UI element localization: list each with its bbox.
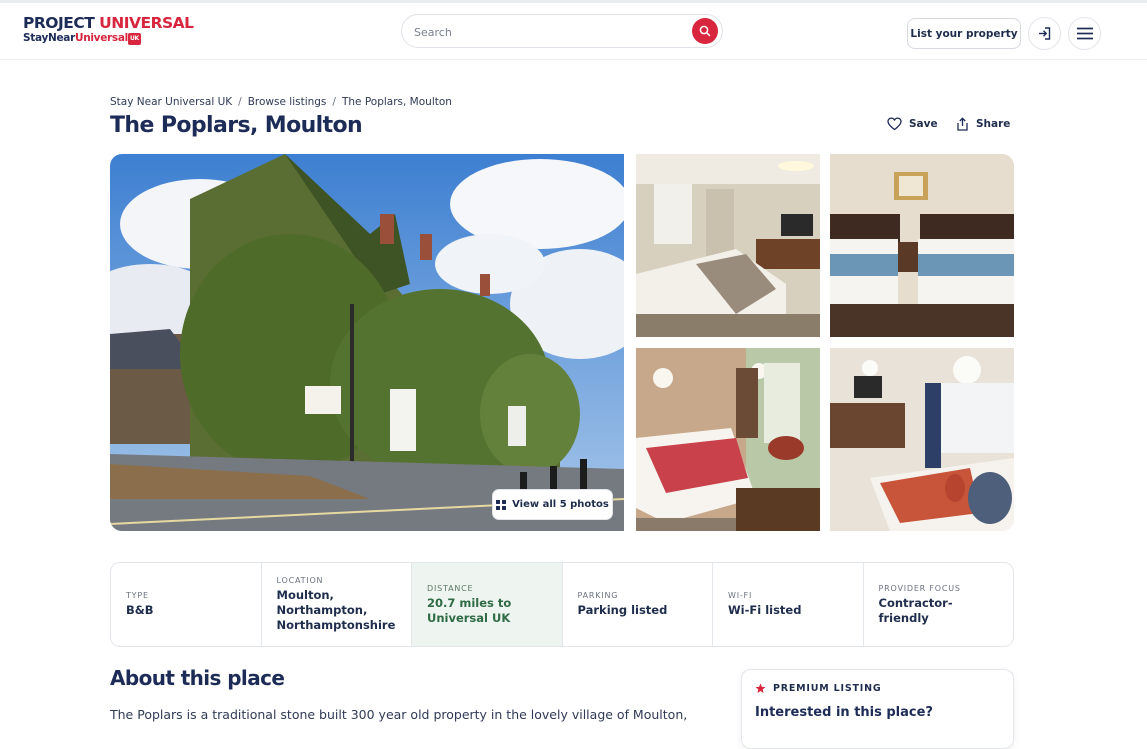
breadcrumb-separator: / <box>238 96 242 108</box>
fact-location: LOCATION Moulton, Northampton, Northampt… <box>262 563 412 646</box>
photo-bedroom-2[interactable] <box>830 154 1014 337</box>
login-icon <box>1039 27 1051 40</box>
search-input[interactable] <box>414 23 684 41</box>
fact-label: PARKING <box>577 591 619 600</box>
star-icon <box>755 683 766 693</box>
premium-label: PREMIUM LISTING <box>773 683 882 694</box>
search-button[interactable] <box>692 18 718 44</box>
share-label: Share <box>976 118 1011 130</box>
share-icon <box>957 117 968 131</box>
photo-bedroom-1[interactable] <box>636 154 820 337</box>
logo-sub-part-a: StayNear <box>23 32 75 44</box>
fact-value: Parking listed <box>577 603 668 617</box>
fact-value: B&B <box>126 603 154 617</box>
logo-main-text: PROJECT UNIVERSAL <box>23 14 194 32</box>
view-all-photos-button[interactable]: View all 5 photos <box>492 489 613 520</box>
fact-label: TYPE <box>126 591 149 600</box>
fact-value: Moulton, Northampton, Northamptonshire <box>276 588 396 632</box>
photo-gallery <box>110 154 1014 531</box>
search-icon <box>699 25 711 37</box>
breadcrumb: Stay Near Universal UK / Browse listings / T… <box>110 96 452 108</box>
photo-bedroom-4[interactable] <box>830 348 1014 531</box>
logo-sub-text: StayNearUniversal UK <box>23 32 194 45</box>
save-button[interactable]: Save <box>887 117 938 131</box>
share-button[interactable]: Share <box>956 117 1010 131</box>
key-facts-bar: TYPE B&B LOCATION Moulton, Northampton, … <box>110 562 1014 647</box>
logo-main-part-b: UNIVERSAL <box>99 14 194 32</box>
logo-main-part-a: PROJECT <box>23 14 100 32</box>
login-button[interactable] <box>1028 17 1061 50</box>
menu-button[interactable] <box>1068 17 1101 50</box>
fact-distance: DISTANCE 20.7 miles to Universal UK <box>412 563 563 646</box>
breadcrumb-current: The Poplars, Moulton <box>341 96 452 108</box>
fact-parking: PARKING Parking listed <box>563 563 713 646</box>
fact-label: DISTANCE <box>427 583 474 593</box>
site-logo[interactable]: PROJECT UNIVERSAL StayNearUniversal UK <box>23 14 194 45</box>
photo-bedroom-3[interactable] <box>636 348 820 531</box>
fact-value: 20.7 miles to Universal UK <box>427 595 512 625</box>
fact-value: Wi-Fi listed <box>728 603 802 617</box>
fact-wifi: WI-FI Wi-Fi listed <box>713 563 864 646</box>
search-bar <box>401 14 723 48</box>
fact-label: LOCATION <box>276 576 324 585</box>
fact-label: WI-FI <box>728 591 753 600</box>
view-all-photos-label: View all 5 photos <box>512 499 609 510</box>
fact-provider-focus: PROVIDER FOCUS Contractor-friendly <box>864 563 1014 646</box>
breadcrumb-link-home[interactable]: Stay Near Universal UK <box>110 96 232 108</box>
main-photo-exterior[interactable] <box>110 154 624 531</box>
save-label: Save <box>909 118 938 130</box>
about-heading: About this place <box>110 666 285 690</box>
top-navigation-bar: PROJECT UNIVERSAL StayNearUniversalUK Li… <box>0 0 1147 60</box>
premium-heading: Interested in this place? <box>755 705 933 720</box>
logo-sub-tag: UK <box>127 33 141 45</box>
menu-icon <box>1076 27 1093 40</box>
premium-listing-card: PREMIUM LISTING Interested in this place… <box>741 669 1014 749</box>
fact-value: Contractor-friendly <box>878 595 953 625</box>
heart-icon <box>887 117 902 131</box>
fact-label: PROVIDER FOCUS <box>878 583 961 593</box>
page-title: The Poplars, Moulton <box>110 113 363 138</box>
breadcrumb-link-browse[interactable]: Browse listings <box>248 96 327 108</box>
premium-badge: PREMIUM LISTING <box>755 683 881 694</box>
grid-icon <box>496 499 507 510</box>
fact-type: TYPE B&B <box>111 563 262 646</box>
breadcrumb-separator: / <box>332 96 336 108</box>
list-your-property-button[interactable]: List your property <box>907 18 1021 49</box>
logo-sub-part-b: Universal <box>74 32 128 44</box>
